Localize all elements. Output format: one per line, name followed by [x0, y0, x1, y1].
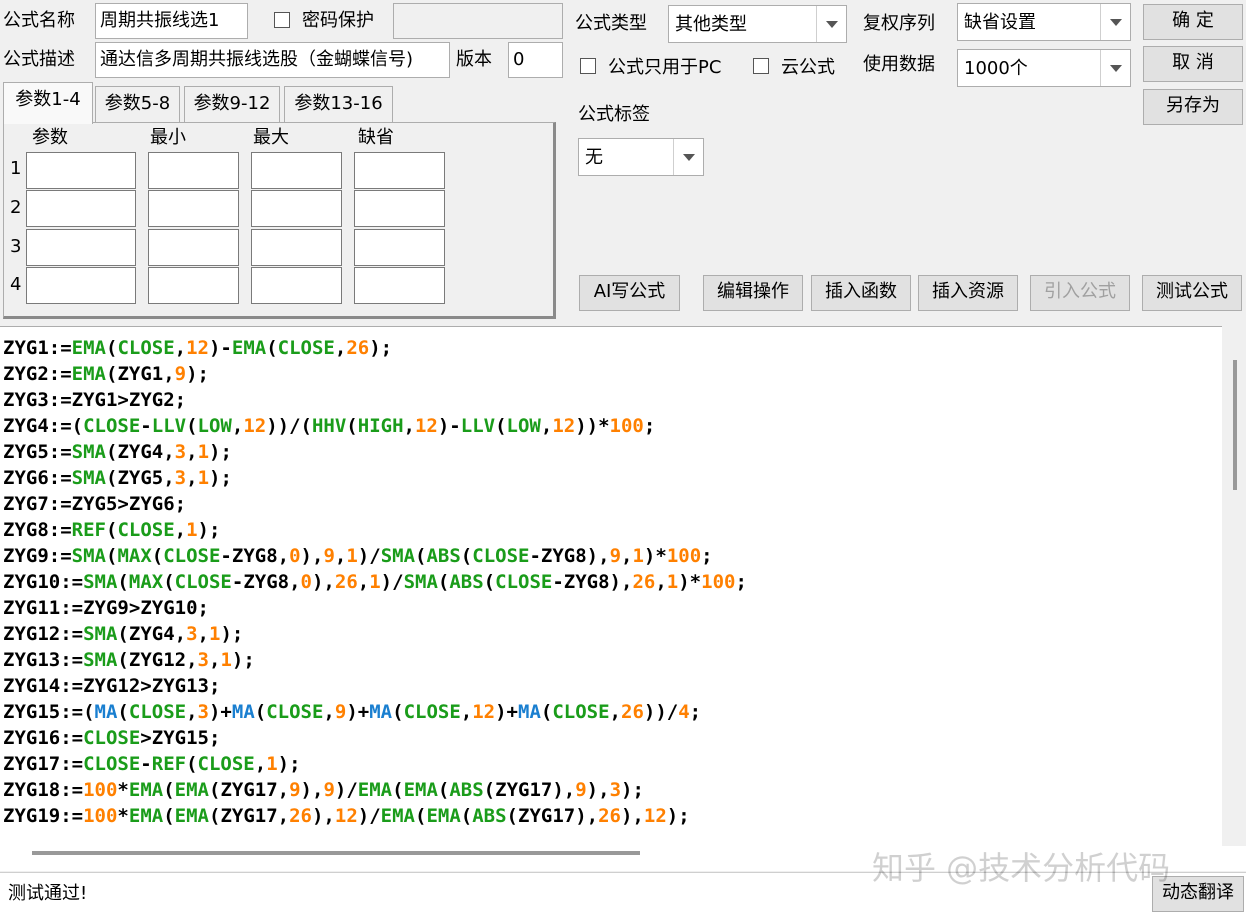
param-max-input[interactable]	[251, 229, 342, 266]
formula-type-value: 其他类型	[675, 14, 747, 35]
chevron-down-icon[interactable]	[1100, 50, 1130, 86]
formula-tag-select[interactable]: 无	[578, 138, 704, 176]
code-line: ZYG16:=CLOSE>ZYG15;	[3, 727, 221, 749]
code-line: ZYG1:=EMA(CLOSE,12)-EMA(CLOSE,26);	[3, 337, 393, 359]
param-header-name: 参数	[32, 127, 68, 148]
pc-only-label: 公式只用于PC	[608, 57, 722, 78]
code-line: ZYG12:=SMA(ZYG4,3,1);	[3, 623, 244, 645]
code-line: ZYG19:=100*EMA(EMA(ZYG17,26),12)/EMA(EMA…	[3, 805, 690, 827]
formula-tag-label: 公式标签	[578, 104, 650, 125]
formula-desc-input[interactable]: 通达信多周期共振线选股（金蝴蝶信号)	[95, 42, 450, 78]
param-default-input[interactable]	[354, 267, 445, 304]
param-name-input[interactable]	[26, 152, 136, 189]
rights-select[interactable]: 缺省设置	[957, 3, 1131, 41]
param-header-default: 缺省	[358, 127, 394, 148]
formula-name-label: 公式名称	[3, 10, 75, 31]
param-row-number: 4	[10, 274, 22, 295]
code-line: ZYG14:=ZYG12>ZYG13;	[3, 675, 221, 697]
ai-write-formula-button[interactable]: AI写公式	[579, 275, 680, 311]
password-checkbox[interactable]	[274, 12, 290, 28]
param-name-input[interactable]	[26, 190, 136, 227]
code-editor[interactable]: ZYG1:=EMA(CLOSE,12)-EMA(CLOSE,26); ZYG2:=…	[0, 326, 1246, 871]
horizontal-scroll-thumb[interactable]	[32, 851, 640, 855]
data-count-label: 使用数据	[863, 54, 935, 75]
insert-resource-button[interactable]: 插入资源	[918, 275, 1018, 311]
tab-params-5-8[interactable]: 参数5-8	[95, 86, 180, 122]
code-line: ZYG10:=SMA(MAX(CLOSE-ZYG8,0),26,1)/SMA(A…	[3, 571, 747, 593]
param-row-number: 2	[10, 197, 22, 218]
param-min-input[interactable]	[148, 190, 239, 227]
code-line: ZYG7:=ZYG5>ZYG6;	[3, 493, 187, 515]
param-name-input[interactable]	[26, 267, 136, 304]
pc-only-checkbox[interactable]	[580, 58, 596, 74]
param-row-number: 3	[10, 236, 22, 257]
chevron-down-icon[interactable]	[816, 6, 846, 42]
insert-function-button[interactable]: 插入函数	[811, 275, 911, 311]
version-input[interactable]: 0	[508, 42, 563, 78]
cloud-label: 云公式	[781, 57, 835, 78]
formula-tag-value: 无	[585, 147, 603, 168]
save-as-button[interactable]: 另存为	[1143, 89, 1243, 125]
code-line: ZYG13:=SMA(ZYG12,3,1);	[3, 649, 255, 671]
code-line: ZYG9:=SMA(MAX(CLOSE-ZYG8,0),9,1)/SMA(ABS…	[3, 545, 713, 567]
rights-value: 缺省设置	[964, 12, 1036, 33]
code-text[interactable]: ZYG1:=EMA(CLOSE,12)-EMA(CLOSE,26); ZYG2:=…	[3, 335, 747, 829]
code-line: ZYG15:=(MA(CLOSE,3)+MA(CLOSE,9)+MA(CLOSE…	[3, 701, 702, 723]
param-default-input[interactable]	[354, 190, 445, 227]
formula-desc-label: 公式描述	[3, 49, 75, 70]
param-min-input[interactable]	[148, 267, 239, 304]
version-label: 版本	[456, 49, 492, 70]
tab-params-1-4[interactable]: 参数1-4	[3, 82, 93, 124]
param-header-min: 最小	[150, 127, 186, 148]
code-line: ZYG8:=REF(CLOSE,1);	[3, 519, 221, 541]
test-formula-button[interactable]: 测试公式	[1142, 275, 1242, 311]
code-line: ZYG5:=SMA(ZYG4,3,1);	[3, 441, 232, 463]
edit-operation-button[interactable]: 编辑操作	[703, 275, 803, 311]
param-max-input[interactable]	[251, 152, 342, 189]
code-line: ZYG2:=EMA(ZYG1,9);	[3, 363, 209, 385]
tab-params-9-12[interactable]: 参数9-12	[184, 86, 280, 122]
cancel-button[interactable]: 取 消	[1143, 46, 1243, 82]
cloud-checkbox[interactable]	[753, 58, 769, 74]
vertical-scroll-thumb[interactable]	[1233, 360, 1237, 490]
watermark: 知乎 @技术分析代码	[872, 849, 1171, 887]
formula-type-select[interactable]: 其他类型	[668, 5, 847, 43]
param-max-input[interactable]	[251, 190, 342, 227]
code-line: ZYG6:=SMA(ZYG5,3,1);	[3, 467, 232, 489]
param-default-input[interactable]	[354, 152, 445, 189]
chevron-down-icon[interactable]	[673, 139, 703, 175]
rights-label: 复权序列	[863, 13, 935, 34]
param-row-number: 1	[10, 158, 22, 179]
param-min-input[interactable]	[148, 152, 239, 189]
code-line: ZYG11:=ZYG9>ZYG10;	[3, 597, 209, 619]
chevron-down-icon[interactable]	[1100, 4, 1130, 40]
formula-name-input[interactable]: 周期共振线选1	[95, 3, 248, 39]
password-label: 密码保护	[302, 10, 374, 31]
tab-params-13-16[interactable]: 参数13-16	[284, 86, 393, 122]
param-max-input[interactable]	[251, 267, 342, 304]
import-formula-button[interactable]: 引入公式	[1030, 275, 1130, 311]
param-name-input[interactable]	[26, 229, 136, 266]
param-header-max: 最大	[253, 127, 289, 148]
formula-type-label: 公式类型	[575, 13, 647, 34]
data-count-select[interactable]: 1000个	[957, 49, 1131, 87]
data-count-value: 1000个	[964, 58, 1028, 79]
param-default-input[interactable]	[354, 229, 445, 266]
code-line: ZYG17:=CLOSE-REF(CLOSE,1);	[3, 753, 301, 775]
param-min-input[interactable]	[148, 229, 239, 266]
code-line: ZYG3:=ZYG1>ZYG2;	[3, 389, 187, 411]
ok-button[interactable]: 确 定	[1143, 4, 1243, 40]
code-line: ZYG4:=(CLOSE-LLV(LOW,12))/(HHV(HIGH,12)-…	[3, 415, 656, 437]
password-input[interactable]	[393, 3, 563, 39]
code-line: ZYG18:=100*EMA(EMA(ZYG17,9),9)/EMA(EMA(A…	[3, 779, 644, 801]
status-message: 测试通过!	[8, 883, 88, 904]
